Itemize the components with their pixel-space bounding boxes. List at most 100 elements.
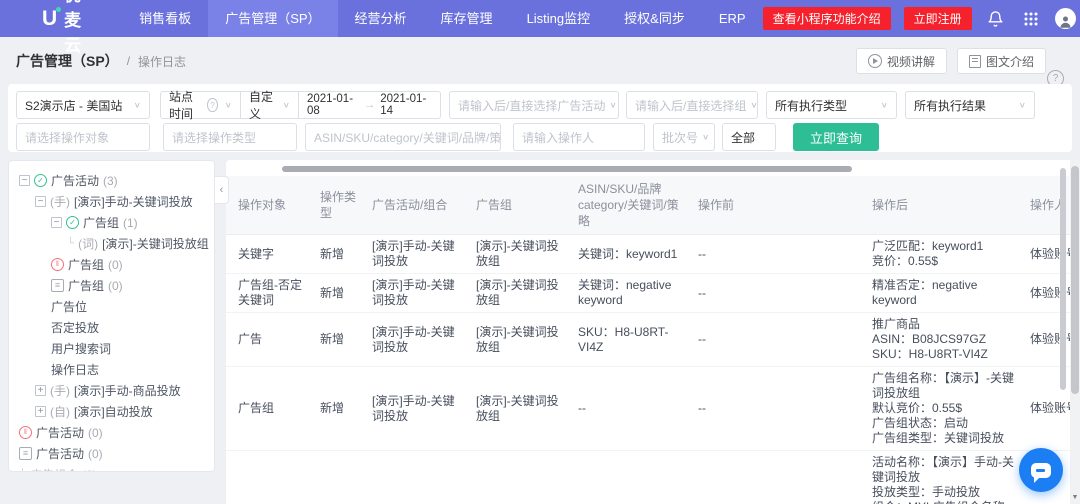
column-header: 操作对象 (226, 176, 320, 235)
count-badge: (0) (108, 279, 123, 293)
tree-item[interactable]: 操作日志 (9, 359, 214, 380)
cell-type: 新增 (320, 451, 372, 504)
tree-item[interactable]: 广告活动(0) (9, 422, 214, 443)
page-actions: 视频讲解 图文介绍 (856, 48, 1046, 74)
tree-item[interactable]: 广告组 (0) (9, 254, 214, 275)
table-row[interactable]: 广告新增[演示]手动-关键词投放[演示]-关键词投放组SKU：H8-U8RT-V… (226, 313, 1080, 367)
help-tooltip-icon[interactable]: ? (207, 98, 217, 112)
cell-after: 精准否定：negative keyword (872, 274, 1030, 313)
user-menu[interactable]: S2游客 (1055, 8, 1080, 29)
tree-item[interactable]: −广告活动(3) (9, 170, 214, 191)
type-tag: (手) (50, 193, 70, 210)
count-badge: (0) (88, 447, 103, 461)
breadcrumb-separator: / (127, 54, 130, 68)
chevron-down-icon: ∨ (746, 101, 757, 110)
campaign-select[interactable]: 请输入后/直接选择广告活动 ∨ (449, 91, 619, 119)
batch-select[interactable]: 批次号 ∨ (653, 123, 715, 151)
cell-group: [演示]-关键词投放组 (476, 367, 578, 451)
time-mode-select[interactable]: 自定义 ∨ (240, 92, 298, 118)
nav-item-2[interactable]: 广告管理（SP） (208, 0, 337, 37)
tree-item[interactable]: +(自)[演示]自动投放 (9, 401, 214, 422)
collapse-icon[interactable]: − (35, 196, 46, 207)
cell-after: 广泛匹配：keyword1 竞价：0.55$ (872, 235, 1030, 274)
tree-item-label: 用户搜索词 (51, 340, 111, 357)
tree-item-label: 广告组合 (30, 466, 78, 472)
table-row[interactable]: 广告组新增[演示]手动-关键词投放[演示]-关键词投放组----广告组名称：【演… (226, 367, 1080, 451)
page-scrollbar-thumb[interactable] (1071, 166, 1079, 394)
cell-detail: 关键词：negative keyword (578, 274, 698, 313)
count-badge: (0) (82, 468, 97, 473)
asin-search-input[interactable]: ASIN/SKU/category/关键词/品牌/策略 (305, 123, 501, 151)
exec-type-select[interactable]: 所有执行类型 ∨ (766, 91, 897, 119)
store-select[interactable]: S2演示店 - 美国站 ∨ (16, 91, 150, 119)
expand-icon[interactable]: + (35, 406, 46, 417)
breadcrumb-parent[interactable]: 广告管理（SP） (16, 51, 119, 71)
operator-placeholder: 请输入操作人 (522, 129, 594, 146)
tree-item[interactable]: −(手)[演示]手动-关键词投放 (9, 191, 214, 212)
tree-item[interactable]: └(词)[演示]-关键词投放组 (9, 233, 214, 254)
tree-item[interactable]: 用户搜索词 (9, 338, 214, 359)
collapse-icon[interactable]: − (19, 175, 30, 186)
table-vertical-scrollbar[interactable] (1060, 168, 1066, 390)
collapse-tree-button[interactable]: ‹ (215, 176, 229, 204)
exec-result-select[interactable]: 所有执行结果 ∨ (905, 91, 1035, 119)
time-type-select[interactable]: 站点时间 ? ∨ (161, 92, 240, 118)
doc-guide-button[interactable]: 图文介绍 (957, 48, 1046, 74)
table-row[interactable]: 广告组-否定关键词新增[演示]手动-关键词投放[演示]-关键词投放组关键词：ne… (226, 274, 1080, 313)
asin-search-placeholder: ASIN/SKU/category/关键词/品牌/策略 (314, 129, 501, 146)
table-row[interactable]: 关键字新增[演示]手动-关键词投放[演示]-关键词投放组关键词：keyword1… (226, 235, 1080, 274)
tree-item[interactable]: 否定投放 (9, 317, 214, 338)
tree-item[interactable]: −广告组(1) (9, 212, 214, 233)
table-row[interactable]: 广告活动新增[演示]手动-关键词投放------活动名称：【演示】手动-关键词投… (226, 451, 1080, 504)
collapse-icon[interactable]: − (51, 217, 62, 228)
cell-detail: -- (578, 451, 698, 504)
cell-after: 广告组名称：【演示】-关键词投放组 默认竞价：0.55$ 广告组状态：启动 广告… (872, 367, 1030, 451)
breadcrumb: 广告管理（SP） / 操作日志 (0, 51, 186, 71)
nav-item-4[interactable]: 库存管理 (424, 0, 510, 37)
date-range-picker[interactable]: 2021-01-08 → 2021-01-14 (298, 92, 440, 118)
cell-group: -- (476, 451, 578, 504)
cell-group: [演示]-关键词投放组 (476, 274, 578, 313)
status-active-icon (34, 174, 47, 187)
target-select[interactable]: 请选择操作对象 (16, 123, 150, 151)
scope-all-value: 全部 (731, 129, 755, 146)
tree-item-label: 广告组 (68, 256, 104, 273)
video-guide-button[interactable]: 视频讲解 (856, 48, 947, 74)
operator-input[interactable]: 请输入操作人 (513, 123, 645, 151)
tree-item[interactable]: 广告位 (9, 296, 214, 317)
op-type-select[interactable]: 请选择操作类型 (163, 123, 297, 151)
cell-type: 新增 (320, 367, 372, 451)
campaign-tree-panel: −广告活动(3)−(手)[演示]手动-关键词投放−广告组(1)└(词)[演示]-… (8, 160, 215, 472)
scope-all-select[interactable]: 全部 (722, 123, 776, 151)
nav-item-7[interactable]: ERP (702, 0, 763, 37)
count-badge: (3) (103, 174, 118, 188)
promo-button[interactable]: 查看小程序功能介绍 (763, 7, 891, 30)
page-vertical-scrollbar[interactable] (1070, 160, 1080, 504)
scroll-down-arrow-icon[interactable]: ▼ (1070, 491, 1080, 504)
nav-item-6[interactable]: 授权&同步 (607, 0, 702, 37)
bell-icon[interactable] (985, 8, 1007, 30)
horizontal-scrollbar[interactable] (282, 166, 852, 172)
tree-item[interactable]: └广告组合(0) (9, 464, 214, 472)
tree-item[interactable]: 广告组(0) (9, 275, 214, 296)
tree-item[interactable]: +(手)[演示]手动-商品投放 (9, 380, 214, 401)
cell-detail: 关键词：keyword1 (578, 235, 698, 274)
store-select-value: S2演示店 - 美国站 (25, 97, 122, 114)
nav-item-1[interactable]: 销售看板 (122, 0, 208, 37)
chat-button[interactable] (1019, 448, 1063, 492)
cell-target: 广告组 (226, 367, 320, 451)
register-button[interactable]: 立即注册 (904, 7, 972, 30)
adgroup-select[interactable]: 请输入后/直接选择组 ∨ (626, 91, 758, 119)
nav-item-5[interactable]: Listing监控 (510, 0, 608, 37)
apps-grid-icon[interactable] (1020, 8, 1042, 30)
tree-item[interactable]: 广告活动(0) (9, 443, 214, 464)
cell-after: 推广商品 ASIN：B08JCS97GZ SKU：H8-U8RT-VI4Z (872, 313, 1030, 367)
expand-icon[interactable]: + (35, 385, 46, 396)
app-window: U 优麦云 销售看板广告管理（SP）经营分析库存管理Listing监控授权&同步… (0, 0, 1080, 504)
query-button[interactable]: 立即查询 (793, 123, 879, 151)
count-badge: (0) (108, 258, 123, 272)
cell-target: 广告 (226, 313, 320, 367)
table-header-row: 操作对象操作类型广告活动/组合广告组ASIN/SKU/品牌 category/关… (226, 176, 1080, 235)
nav-item-3[interactable]: 经营分析 (338, 0, 424, 37)
tree-item-label: [演示]手动-商品投放 (74, 382, 181, 399)
